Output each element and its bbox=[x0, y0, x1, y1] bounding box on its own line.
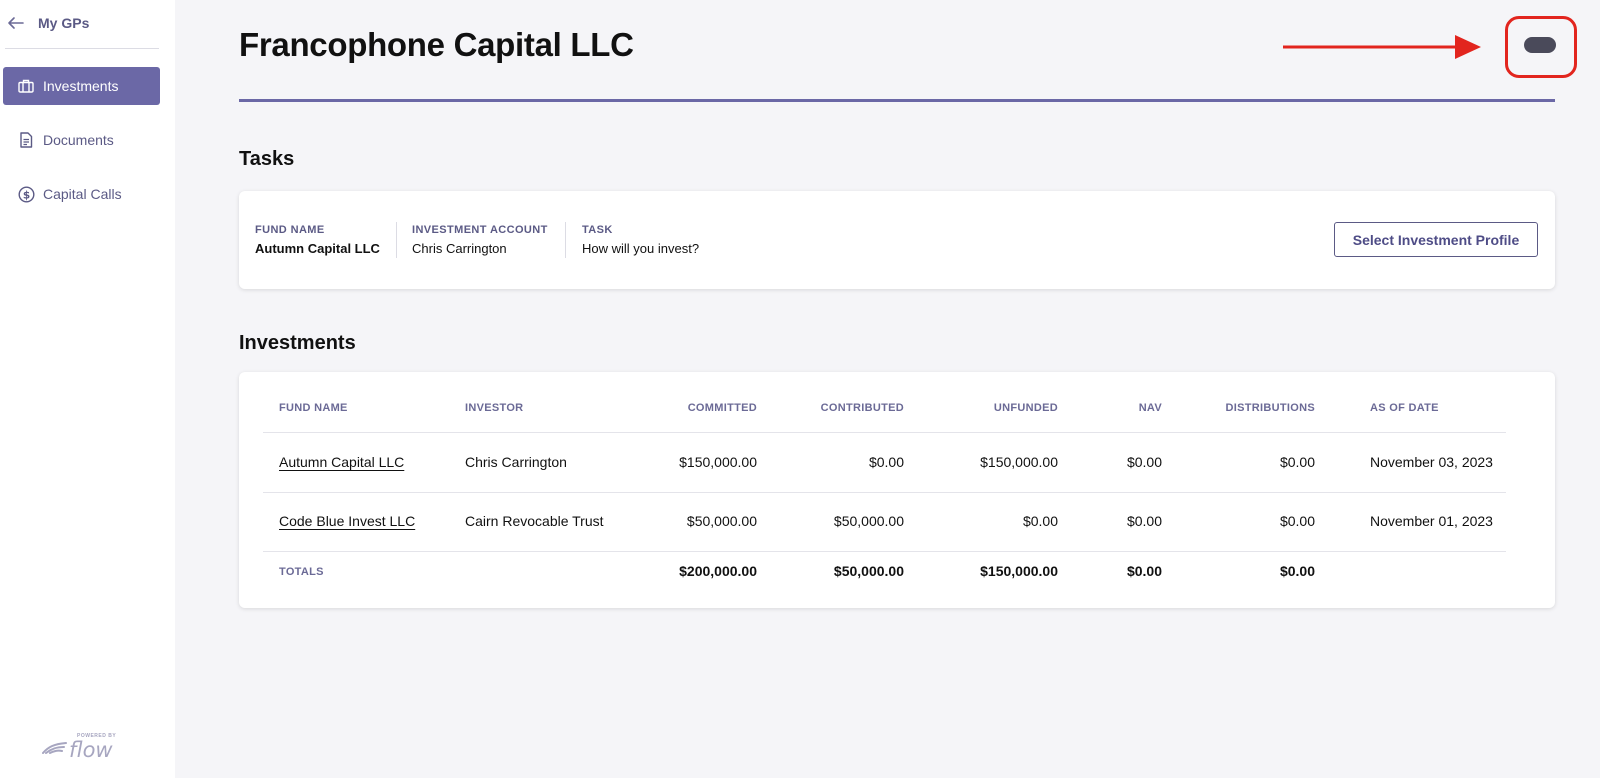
column-header-contributed: CONTRIBUTED bbox=[820, 402, 904, 414]
unfunded-cell: $150,000.00 bbox=[980, 454, 1058, 470]
svg-text:$: $ bbox=[22, 189, 29, 201]
select-investment-profile-button[interactable]: Select Investment Profile bbox=[1334, 222, 1538, 257]
table-row-divider bbox=[263, 432, 1506, 433]
total-contributed: $50,000.00 bbox=[833, 563, 904, 579]
task-value: How will you invest? bbox=[582, 241, 700, 256]
back-link-label: My GPs bbox=[38, 15, 90, 31]
total-nav: $0.00 bbox=[1126, 563, 1162, 579]
title-divider bbox=[239, 99, 1555, 102]
column-header-nav: NAV bbox=[1138, 402, 1162, 414]
contributed-cell: $0.00 bbox=[868, 454, 904, 470]
toggle-switch[interactable] bbox=[1524, 37, 1556, 53]
fund-name-link[interactable]: Autumn Capital LLC bbox=[279, 454, 404, 470]
contributed-cell: $50,000.00 bbox=[833, 513, 904, 529]
sidebar-item-documents[interactable]: Documents bbox=[3, 121, 160, 159]
arrow-left-icon bbox=[6, 15, 26, 31]
nav-cell: $0.00 bbox=[1126, 454, 1162, 470]
total-committed: $200,000.00 bbox=[679, 563, 757, 579]
task-description: TASK How will you invest? bbox=[582, 224, 699, 256]
sidebar-item-label: Capital Calls bbox=[43, 186, 122, 202]
task-investment-account: INVESTMENT ACCOUNT Chris Carrington bbox=[412, 224, 548, 256]
investments-table-card: FUND NAME INVESTOR COMMITTED CONTRIBUTED… bbox=[239, 372, 1555, 608]
back-to-my-gps-link[interactable]: My GPs bbox=[6, 12, 89, 34]
sidebar-item-capital-calls[interactable]: $ Capital Calls bbox=[3, 175, 160, 213]
tasks-section-title: Tasks bbox=[239, 148, 295, 170]
task-divider bbox=[396, 222, 397, 258]
committed-cell: $50,000.00 bbox=[686, 513, 757, 529]
flow-mark-icon bbox=[42, 742, 67, 754]
table-row-divider bbox=[263, 492, 1506, 493]
investor-cell: Cairn Revocable Trust bbox=[465, 513, 604, 529]
task-account-value: Chris Carrington bbox=[412, 241, 507, 256]
task-card: FUND NAME Autumn Capital LLC INVESTMENT … bbox=[239, 191, 1555, 289]
column-header-unfunded: UNFUNDED bbox=[993, 402, 1058, 414]
column-header-distributions: DISTRIBUTIONS bbox=[1225, 402, 1315, 414]
task-fund-name: FUND NAME Autumn Capital LLC bbox=[255, 224, 380, 256]
distributions-cell: $0.00 bbox=[1279, 454, 1315, 470]
as-of-date-cell: November 01, 2023 bbox=[1370, 513, 1493, 529]
column-header-fund-name: FUND NAME bbox=[279, 402, 348, 414]
sidebar-divider bbox=[5, 48, 159, 49]
page-title: Francophone Capital LLC bbox=[239, 26, 634, 63]
as-of-date-cell: November 03, 2023 bbox=[1370, 454, 1493, 470]
totals-label: TOTALS bbox=[279, 566, 324, 578]
annotation-arrow-icon bbox=[1283, 35, 1481, 59]
total-distributions: $0.00 bbox=[1279, 563, 1315, 579]
sidebar-item-investments[interactable]: Investments bbox=[3, 67, 160, 105]
sidebar: My GPs Investments Documents $ Capital C… bbox=[0, 0, 175, 778]
flow-brand-name: flow bbox=[69, 738, 113, 762]
task-fund-name-label: FUND NAME bbox=[255, 224, 325, 236]
task-fund-name-value: Autumn Capital LLC bbox=[255, 241, 380, 256]
table-row-divider bbox=[263, 551, 1506, 552]
task-label: TASK bbox=[582, 224, 613, 236]
briefcase-icon bbox=[17, 77, 35, 95]
total-unfunded: $150,000.00 bbox=[980, 563, 1058, 579]
committed-cell: $150,000.00 bbox=[679, 454, 757, 470]
task-account-label: INVESTMENT ACCOUNT bbox=[412, 224, 548, 236]
column-header-investor: INVESTOR bbox=[465, 402, 524, 414]
task-divider bbox=[565, 222, 566, 258]
document-icon bbox=[17, 131, 35, 149]
investments-section-title: Investments bbox=[239, 332, 356, 354]
fund-name-link[interactable]: Code Blue Invest LLC bbox=[279, 513, 415, 529]
sidebar-item-label: Investments bbox=[43, 78, 119, 94]
investor-cell: Chris Carrington bbox=[465, 454, 567, 470]
unfunded-cell: $0.00 bbox=[1022, 513, 1058, 529]
column-header-committed: COMMITTED bbox=[687, 402, 757, 414]
sidebar-item-label: Documents bbox=[43, 132, 114, 148]
dollar-circle-icon: $ bbox=[17, 185, 35, 203]
nav-cell: $0.00 bbox=[1126, 513, 1162, 529]
column-header-as-of-date: AS OF DATE bbox=[1370, 402, 1439, 414]
distributions-cell: $0.00 bbox=[1279, 513, 1315, 529]
